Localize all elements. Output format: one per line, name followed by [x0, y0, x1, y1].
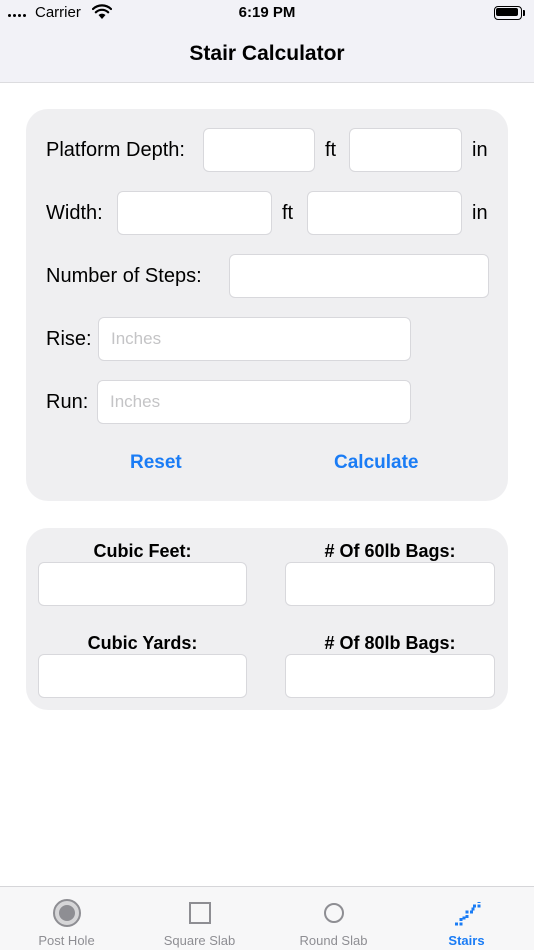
stairs-icon: [454, 902, 480, 926]
tab-round-slab[interactable]: Round Slab: [267, 887, 400, 950]
tab-square-slab[interactable]: Square Slab: [133, 887, 266, 950]
platform-depth-label: Platform Depth:: [46, 139, 185, 161]
run-field[interactable]: Inches: [97, 380, 411, 424]
calculate-button[interactable]: Calculate: [334, 452, 418, 474]
bags-80-field[interactable]: [285, 654, 495, 698]
cubic-yards-field[interactable]: [38, 654, 247, 698]
bags-60-label: # Of 60lb Bags:: [324, 541, 456, 561]
tab-stairs-label: Stairs: [448, 933, 485, 948]
platform-depth-ft-unit: ft: [325, 139, 337, 161]
cubic-yards-label: Cubic Yards:: [87, 633, 198, 653]
number-of-steps-field[interactable]: [229, 254, 489, 298]
run-label: Run:: [46, 391, 89, 413]
reset-button[interactable]: Reset: [130, 452, 182, 474]
tab-post-hole[interactable]: Post Hole: [0, 887, 133, 950]
bags-60-field[interactable]: [285, 562, 495, 606]
post-hole-icon: [52, 899, 81, 927]
width-label: Width:: [46, 202, 103, 224]
results-card: Cubic Feet: # Of 60lb Bags: Cubic Yards:…: [26, 528, 508, 710]
cubic-feet-field[interactable]: [38, 562, 247, 606]
cubic-feet-label: Cubic Feet:: [93, 541, 192, 561]
page-title: Stair Calculator: [189, 42, 345, 65]
square-slab-icon: [188, 902, 211, 924]
signal-icon: [8, 14, 26, 17]
bags-80-label: # Of 80lb Bags:: [324, 633, 456, 653]
carrier-label: Carrier: [35, 4, 81, 21]
tab-post-hole-label: Post Hole: [38, 933, 95, 948]
width-ft-unit: ft: [282, 202, 294, 224]
battery-icon: [494, 6, 526, 20]
navigation-bar: Stair Calculator: [0, 28, 534, 83]
platform-depth-ft-field[interactable]: [203, 128, 315, 172]
wifi-icon: [92, 4, 112, 19]
rise-label: Rise:: [46, 328, 92, 350]
status-bar: Carrier 6:19 PM: [0, 0, 534, 28]
platform-depth-in-field[interactable]: [349, 128, 462, 172]
rise-field[interactable]: Inches: [98, 317, 411, 361]
number-of-steps-label: Number of Steps:: [46, 265, 202, 287]
tab-round-slab-label: Round Slab: [299, 933, 368, 948]
input-card: Platform Depth: ft in Width: ft in Numbe…: [26, 109, 508, 501]
tab-square-slab-label: Square Slab: [163, 933, 236, 948]
width-ft-field[interactable]: [117, 191, 272, 235]
width-in-unit: in: [472, 202, 488, 224]
round-slab-icon: [323, 903, 344, 923]
tab-bar: Post Hole Square Slab Round Slab Stairs: [0, 886, 534, 950]
width-in-field[interactable]: [307, 191, 462, 235]
platform-depth-in-unit: in: [472, 139, 488, 161]
tab-stairs[interactable]: Stairs: [400, 887, 533, 950]
